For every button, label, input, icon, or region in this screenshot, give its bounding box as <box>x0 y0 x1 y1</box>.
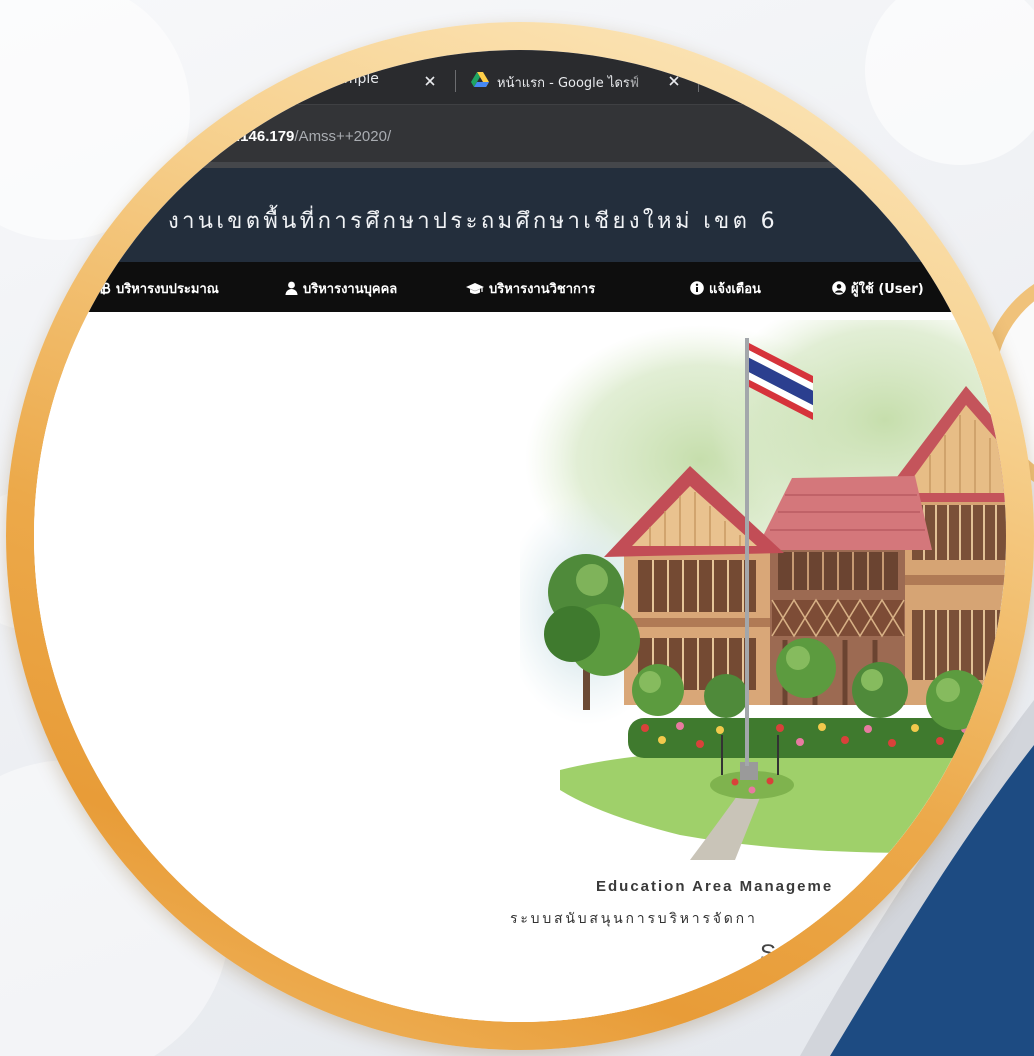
tab-label-google-drive[interactable]: หน้าแรก - Google ไดรฟ์ <box>497 72 657 93</box>
info-circle-icon <box>690 281 704 295</box>
url-host: .146.179 <box>236 128 295 145</box>
nav-item-budget[interactable]: บริหารงบประมาณ <box>100 279 219 297</box>
zoomed-screenshot: imple หน้าแรก - Google ไดรฟ์ .146.179/Am… <box>34 50 1006 1022</box>
tab-divider <box>455 70 456 92</box>
close-icon[interactable] <box>424 75 436 87</box>
nav-item-user[interactable]: ผู้ใช้ (User) <box>832 279 924 297</box>
baht-icon <box>100 281 111 295</box>
school-building-illustration <box>520 320 1006 860</box>
close-icon[interactable] <box>668 75 680 87</box>
nav-item-label: บริหารงานวิชาการ <box>489 281 596 297</box>
tab-label-sample[interactable]: imple <box>340 71 379 87</box>
browser-window: imple หน้าแรก - Google ไดรฟ์ .146.179/Am… <box>34 50 1006 1022</box>
lawn <box>560 747 1006 860</box>
nav-item-label: ผู้ใช้ (User) <box>851 281 924 297</box>
tab-divider <box>698 70 699 92</box>
system-name-thai: ระบบสนับสนุนการบริหารจัดกา <box>510 911 758 927</box>
google-drive-icon <box>471 72 489 87</box>
promo-graphic: imple หน้าแรก - Google ไดรฟ์ .146.179/Am… <box>0 0 1034 1056</box>
nav-item-academic[interactable]: บริหารงานวิชาการ <box>466 279 595 297</box>
address-toolbar <box>34 104 1006 163</box>
system-name-english: Education Area Manageme <box>596 878 834 895</box>
user-circle-icon <box>832 281 846 295</box>
nav-item-label: บริหารงบประมาณ <box>116 281 219 297</box>
nav-item-label: แจ้งเตือน <box>709 281 761 297</box>
graduation-cap-icon <box>466 282 484 294</box>
page-title: งานเขตพื้นที่การศึกษาประถมศึกษาเชียงใหม่… <box>168 209 779 234</box>
nav-item-notifications[interactable]: แจ้งเตือน <box>690 279 761 297</box>
url-path: /Amss++2020/ <box>294 128 392 145</box>
user-icon <box>285 281 298 295</box>
caption-partial: S <box>760 940 777 967</box>
address-bar[interactable]: .146.179/Amss++2020/ <box>236 128 391 145</box>
nav-item-label: บริหารงานบุคคล <box>303 281 398 297</box>
nav-item-personnel[interactable]: บริหารงานบุคคล <box>285 279 397 297</box>
